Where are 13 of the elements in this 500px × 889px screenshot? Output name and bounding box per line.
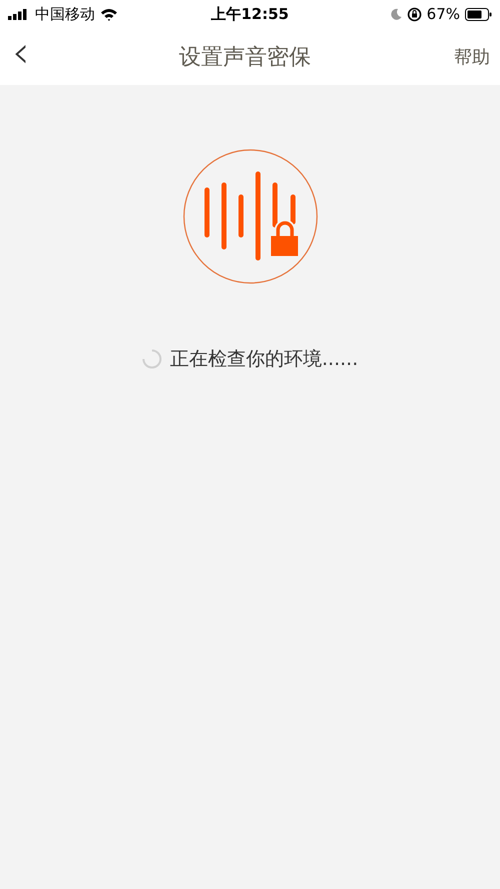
battery-percent: 67%	[426, 5, 460, 23]
status-message: 正在检查你的环境......	[170, 347, 358, 372]
help-button[interactable]: 帮助	[454, 44, 490, 68]
carrier-name: 中国移动	[35, 4, 95, 24]
moon-icon	[390, 8, 402, 20]
page-title: 设置声音密保	[178, 44, 312, 72]
back-button[interactable]: ‹	[12, 32, 36, 80]
battery-icon	[465, 8, 492, 20]
clock-time: 上午12:55	[211, 4, 289, 24]
rotation-lock-icon	[406, 6, 422, 22]
voice-lock-icon	[182, 149, 318, 284]
loading-spinner-icon	[142, 349, 162, 369]
wifi-icon	[100, 8, 118, 20]
